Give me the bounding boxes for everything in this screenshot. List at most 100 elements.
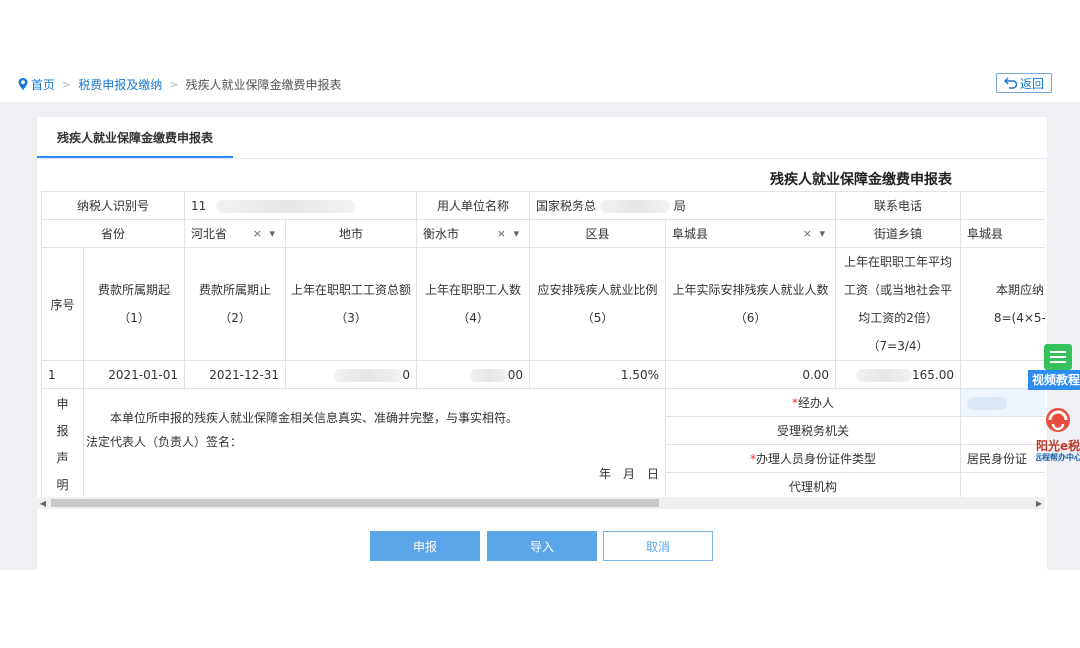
row-seq: 1	[41, 360, 84, 389]
col-label: 应安排残疾人就业比例	[537, 283, 658, 297]
ratio-cell: 1.50%	[529, 360, 667, 389]
taxpayer-id-value: 11	[184, 191, 418, 220]
scroll-right-icon[interactable]: ▶	[1033, 497, 1045, 509]
form-scroll-area[interactable]: 残疾人就业保障金缴费申报表 纳税人识别号 11 用人单位名称 国家税务总 局 联…	[37, 161, 1045, 497]
cancel-button[interactable]: 取消	[603, 531, 713, 561]
province-value: 河北省	[191, 227, 228, 241]
disabled-count-cell[interactable]: 0.00	[665, 360, 837, 389]
col-number: （4）	[457, 311, 489, 325]
agent-label-cell: *经办人	[665, 388, 962, 417]
staff-count-cell[interactable]: 00	[416, 360, 531, 389]
col-label: 上年在职职工人数	[425, 283, 522, 297]
sunshine-logo-icon	[1046, 408, 1070, 432]
col-label: 上年在职职工年平均	[844, 255, 953, 269]
declaration-date: 年 月 日	[599, 467, 660, 481]
county-label: 区县	[529, 219, 667, 248]
form-panel: 残疾人就业保障金缴费申报表 残疾人就业保障金缴费申报表 纳税人识别号 11 用人…	[37, 117, 1047, 570]
brand-subtext: 远程帮办中心	[1036, 453, 1080, 462]
tax-office-value[interactable]	[960, 416, 1045, 445]
phone-value[interactable]	[960, 191, 1045, 220]
signature-label: 法定代表人（负责人）签名：	[86, 435, 243, 449]
employer-name-value: 国家税务总 局	[529, 191, 837, 220]
agency-value[interactable]	[960, 472, 1045, 497]
county-select[interactable]: 阜城县 × ▾	[665, 219, 837, 248]
tab-divider	[37, 158, 1047, 159]
period-start-cell[interactable]: 2021-01-01	[82, 360, 186, 389]
phone-label: 联系电话	[835, 191, 962, 220]
redacted-mask	[469, 368, 508, 382]
breadcrumb-home-link[interactable]: 首页	[31, 76, 55, 93]
back-button[interactable]: 返回	[996, 73, 1052, 93]
city-value: 衡水市	[423, 227, 460, 241]
col-label: 上年实际安排残疾人就业人数	[672, 283, 829, 297]
staff-count-text: 00	[507, 367, 524, 382]
col-label: 上年在职职工工资总额	[291, 283, 412, 297]
col-ratio-header: 应安排残疾人就业比例 （5）	[529, 247, 667, 361]
app-root: 首页 > 税费申报及缴纳 > 残疾人就业保障金缴费申报表 返回 残疾人就业保障金…	[0, 0, 1080, 648]
submit-button[interactable]: 申报	[370, 531, 480, 561]
id-type-label-cell: *办理人员身份证件类型	[665, 444, 962, 473]
col-number: 8=(4×5-6)	[993, 311, 1045, 325]
taxpayer-id-label: 纳税人识别号	[40, 191, 186, 220]
horizontal-scrollbar[interactable]: ◀ ▶	[37, 497, 1045, 509]
avg-wage-cell: 165.00	[835, 360, 962, 389]
col-number: （6）	[734, 311, 767, 325]
declaration-row: 申 报 声 明 本单位所申报的残疾人就业保障金相关信息真实、准确并完整，与事实相…	[41, 388, 1045, 497]
breadcrumb-current: 残疾人就业保障金缴费申报表	[185, 77, 342, 92]
tab-disabled-employment-fee[interactable]: 残疾人就业保障金缴费申报表	[37, 117, 233, 158]
clear-dropdown-icons[interactable]: × ▾	[497, 227, 521, 240]
col-avg-wage-header: 上年在职职工年平均 工资（或当地社会平 均工资的2倍） （7=3/4）	[835, 247, 962, 361]
scrollbar-thumb[interactable]	[51, 499, 659, 507]
clear-dropdown-icons[interactable]: × ▾	[803, 227, 827, 240]
return-arrow-icon	[1003, 77, 1018, 89]
col-number: （7=3/4）	[867, 339, 929, 353]
period-end-cell[interactable]: 2021-12-31	[184, 360, 287, 389]
region-row: 省份 河北省 × ▾ 地市 衡水市 × ▾ 区县 阜城县 × ▾ 街道乡镇 阜城县	[40, 219, 1045, 248]
col-number: （2）	[219, 311, 251, 325]
col-number: （5）	[581, 311, 614, 325]
county-value: 阜城县	[672, 227, 709, 241]
col-staff-count-header: 上年在职职工人数 （4）	[416, 247, 531, 361]
scroll-left-icon[interactable]: ◀	[37, 497, 49, 509]
street-select[interactable]: 阜城县	[960, 219, 1045, 248]
id-type-select[interactable]: 居民身份证	[960, 444, 1045, 473]
tax-office-label: 受理税务机关	[665, 416, 962, 445]
video-tutorial-widget[interactable]: 视频教程	[1028, 344, 1080, 394]
side-char: 声	[56, 450, 69, 465]
province-label: 省份	[40, 219, 186, 248]
col-number: （3）	[335, 311, 367, 325]
col-label: 工资（或当地社会平	[844, 283, 953, 297]
remote-help-widget[interactable]: 阳光e税 远程帮办中心	[1036, 404, 1080, 464]
side-char: 报	[56, 423, 69, 438]
id-type-label: 办理人员身份证件类型	[756, 452, 877, 466]
city-label: 地市	[285, 219, 418, 248]
redacted-mask	[334, 368, 403, 382]
list-icon	[1044, 344, 1072, 370]
col-label: 费款所属期止	[199, 283, 272, 297]
column-header-row: 序号 费款所属期起 （1） 费款所属期止 （2） 上年在职职工工资总额 （3） 上年在…	[41, 247, 1045, 361]
province-select[interactable]: 河北省 × ▾	[184, 219, 287, 248]
col-wage-total-header: 上年在职职工工资总额 （3）	[285, 247, 418, 361]
col-disabled-count-header: 上年实际安排残疾人就业人数 （6）	[665, 247, 837, 361]
redacted-mask	[856, 368, 913, 382]
declaration-table: 纳税人识别号 11 用人单位名称 国家税务总 局 联系电话 省份 河北省 × ▾…	[40, 191, 1045, 497]
wage-total-cell[interactable]: 0	[285, 360, 418, 389]
agency-label: 代理机构	[665, 472, 962, 497]
col-label: 本期应纳费	[996, 283, 1045, 297]
side-char: 申	[56, 396, 69, 411]
employer-name-text-end: 局	[673, 199, 686, 213]
employer-name-label: 用人单位名称	[416, 191, 531, 220]
location-pin-icon	[18, 78, 28, 90]
employer-name-text-start: 国家税务总	[536, 199, 597, 213]
col-number: （1）	[118, 311, 150, 325]
clear-dropdown-icons[interactable]: × ▾	[253, 227, 277, 240]
col-label: 均工资的2倍）	[858, 311, 938, 325]
taxpayer-id-text: 11	[191, 198, 207, 213]
agent-label: 经办人	[798, 396, 835, 410]
redacted-mask	[967, 396, 1008, 410]
breadcrumb-tax-filing-link[interactable]: 税费申报及缴纳	[78, 76, 162, 93]
import-button[interactable]: 导入	[487, 531, 597, 561]
avg-wage-text: 165.00	[912, 367, 955, 382]
breadcrumb-separator: >	[169, 77, 179, 91]
city-select[interactable]: 衡水市 × ▾	[416, 219, 531, 248]
